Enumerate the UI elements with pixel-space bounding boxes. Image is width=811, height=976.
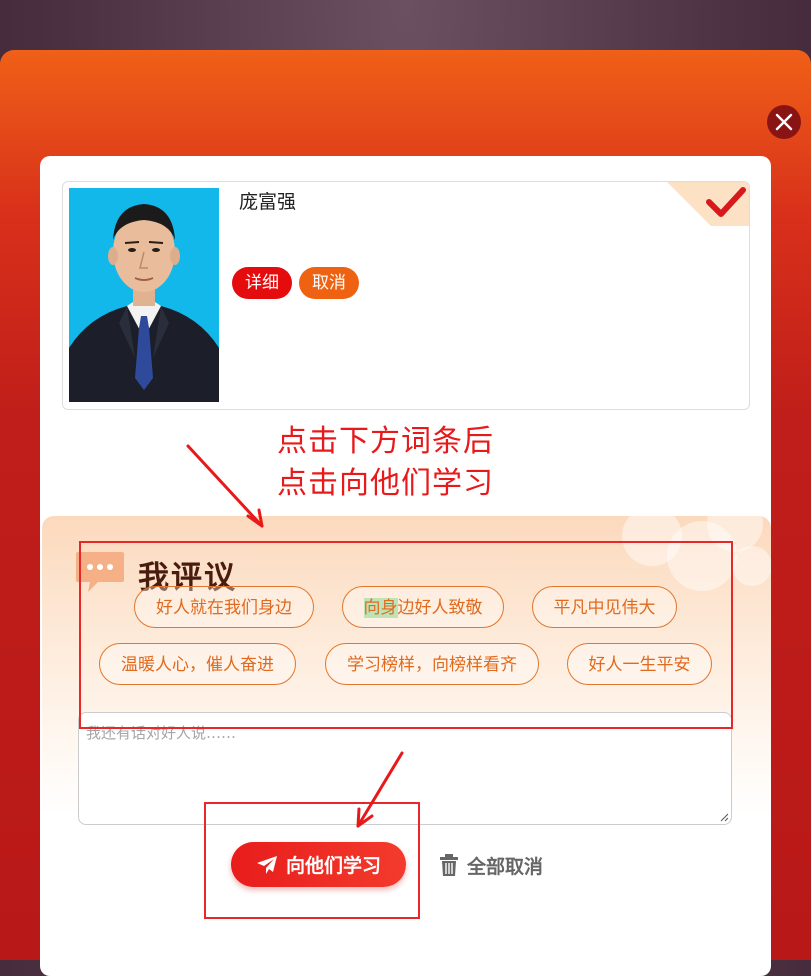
learn-from-them-button[interactable]: 向他们学习 bbox=[231, 842, 406, 887]
clear-all-label: 全部取消 bbox=[467, 855, 544, 878]
person-name: 庞富强 bbox=[239, 191, 297, 213]
detail-button[interactable]: 详细 bbox=[232, 267, 292, 299]
learn-from-them-label: 向他们学习 bbox=[285, 855, 381, 877]
clear-all-button[interactable]: 全部取消 bbox=[439, 851, 543, 879]
annotation-line-2: 点击向他们学习 bbox=[277, 466, 494, 501]
send-icon bbox=[256, 855, 277, 874]
person-photo bbox=[69, 188, 219, 402]
cancel-button[interactable]: 取消 bbox=[299, 267, 359, 299]
trash-icon bbox=[440, 853, 458, 876]
annotation-line-1: 点击下方词条后 bbox=[277, 424, 494, 459]
person-card[interactable]: 庞富强 详细 取消 bbox=[62, 181, 750, 410]
close-button[interactable] bbox=[767, 105, 801, 139]
resize-grip-icon[interactable] bbox=[719, 812, 729, 822]
annotation-box-tags bbox=[79, 541, 733, 729]
close-icon bbox=[775, 113, 793, 131]
selected-check-icon bbox=[667, 182, 749, 226]
